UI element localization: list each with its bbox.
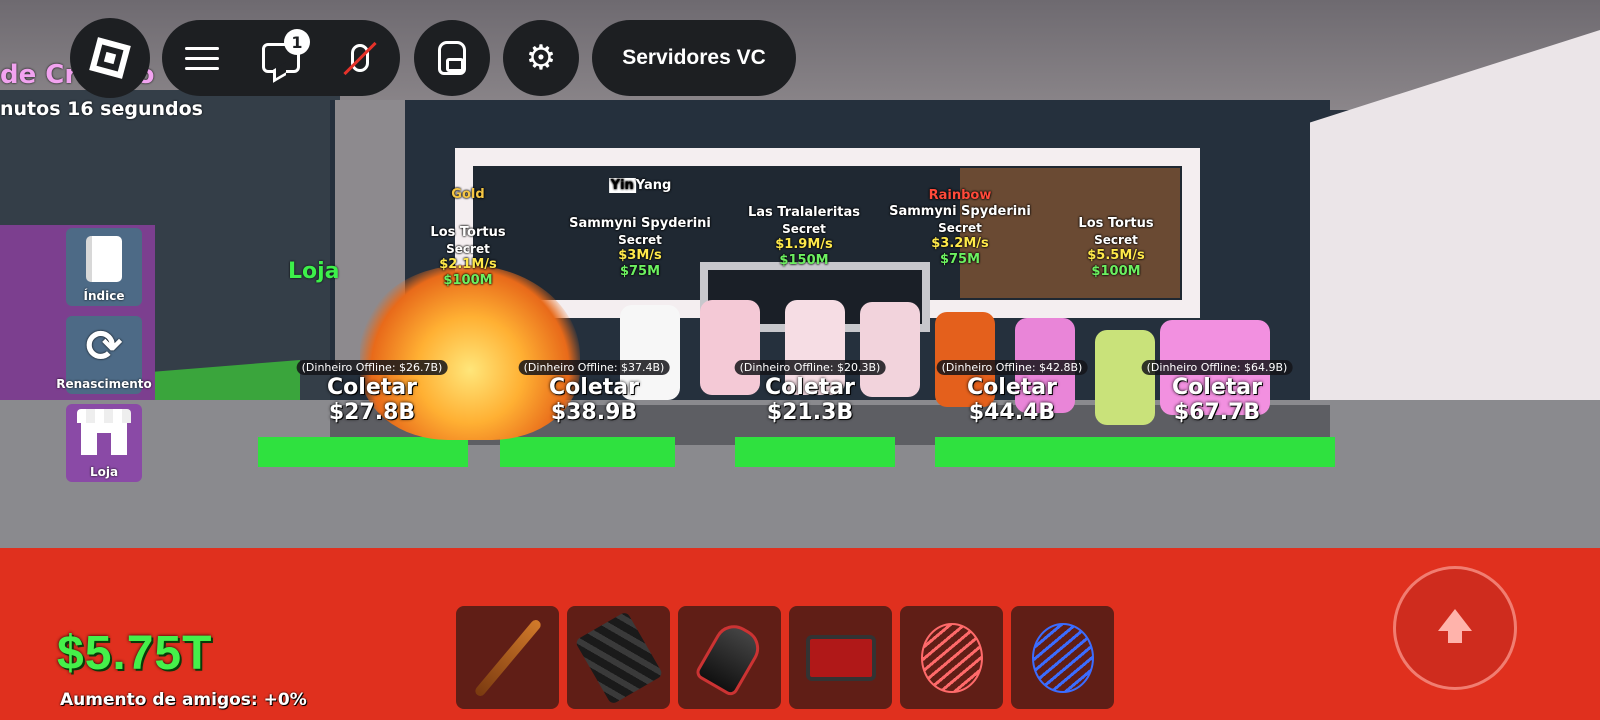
brainrot-price: $150M xyxy=(779,253,829,268)
collect-amount: $21.3B xyxy=(766,400,854,425)
settings-button[interactable]: ⚙ xyxy=(503,20,579,96)
collect-amount: $44.4B xyxy=(968,400,1056,425)
income-rate: $1.9M/s xyxy=(775,237,833,252)
offline-money: (Dinheiro Offline: $20.3B) xyxy=(734,360,886,375)
collect-prompt[interactable]: (Dinheiro Offline: $26.7B) Coletar $27.8… xyxy=(296,356,448,425)
collect-label: Coletar xyxy=(549,375,639,400)
refresh-icon: ⟳ xyxy=(85,320,123,372)
event-timer: nutos 16 segundos xyxy=(0,98,203,120)
brainrot-label: Gold Los Tortus Secret $2.1M/s $100M xyxy=(430,187,505,289)
red-coil-icon xyxy=(920,622,983,693)
index-label: Índice xyxy=(83,289,125,303)
collect-pad[interactable] xyxy=(1115,437,1335,467)
mutation-label: Yin Yang xyxy=(569,178,711,194)
brainrot-name: Los Tortus xyxy=(430,225,506,240)
mutation-label: Rainbow xyxy=(928,188,992,203)
store-icon xyxy=(77,408,131,455)
money-counter: $5.75T xyxy=(57,627,213,680)
hotbar-slot[interactable] xyxy=(678,606,781,709)
boombox-icon xyxy=(805,634,876,681)
jump-button[interactable] xyxy=(1393,566,1517,690)
brainrot-name: Las Tralaleritas xyxy=(747,205,861,220)
collect-amount: $67.7B xyxy=(1173,400,1261,425)
collect-amount: $38.9B xyxy=(550,400,638,425)
shop-button[interactable]: Loja xyxy=(66,404,142,482)
backpack-button[interactable] xyxy=(414,20,490,96)
blue-coil-icon xyxy=(1031,622,1094,693)
brainrot-label: Yin Yang Sammyni Spyderini Secret $3M/s $… xyxy=(569,178,711,280)
rarity-label: Secret xyxy=(618,233,662,247)
gear-icon: ⚙ xyxy=(525,38,557,78)
brainrot-name: Sammyni Spyderini xyxy=(569,216,711,231)
hotbar-slot[interactable] xyxy=(456,606,559,709)
rarity-label: Secret xyxy=(782,222,826,236)
offline-money: (Dinheiro Offline: $42.8B) xyxy=(936,360,1088,375)
chat-button[interactable]: 1 xyxy=(258,29,310,81)
brainrot-price: $75M xyxy=(939,252,981,267)
mutation-label: Gold xyxy=(451,187,485,202)
collect-label: Coletar xyxy=(327,375,417,400)
income-rate: $5.5M/s xyxy=(1087,248,1145,263)
brainrot-label: Rainbow Sammyni Spyderini Secret $3.2M/s… xyxy=(889,188,1031,268)
collect-label: Coletar xyxy=(967,375,1057,400)
shop-label: Loja xyxy=(89,465,119,479)
backpack-icon xyxy=(438,41,466,75)
hotbar-slot[interactable] xyxy=(900,606,1003,709)
collect-prompt[interactable]: (Dinheiro Offline: $64.9B) Coletar $67.7… xyxy=(1141,356,1293,425)
brainrot-name: Los Tortus xyxy=(1078,216,1154,231)
offline-money: (Dinheiro Offline: $37.4B) xyxy=(518,360,670,375)
brainrot-price: $75M xyxy=(619,264,661,279)
rarity-label: Secret xyxy=(938,221,982,235)
collect-pad[interactable] xyxy=(735,437,895,467)
rarity-label: Secret xyxy=(1094,233,1138,247)
hotbar-slot[interactable] xyxy=(1011,606,1114,709)
shop-sign: Loja xyxy=(288,259,340,284)
brainrot-price: $100M xyxy=(1091,264,1141,279)
collect-prompt[interactable]: (Dinheiro Offline: $37.4B) Coletar $38.9… xyxy=(518,356,670,425)
roblox-logo-icon xyxy=(89,37,131,79)
topbar-group: 1 xyxy=(162,20,400,96)
collect-pad[interactable] xyxy=(500,437,675,467)
roblox-menu-button[interactable] xyxy=(70,18,150,98)
book-icon xyxy=(86,235,122,282)
brainrot-name: Sammyni Spyderini xyxy=(889,204,1031,219)
collect-pad[interactable] xyxy=(258,437,468,467)
mutation-yin: Yin xyxy=(608,178,636,193)
income-rate: $3.2M/s xyxy=(931,236,989,251)
income-rate: $2.1M/s xyxy=(439,257,497,272)
brainrot-label: Las Tralaleritas Secret $1.9M/s $150M xyxy=(748,205,860,269)
mutation-yang: Yang xyxy=(635,178,672,193)
rebirth-label: Renascimento xyxy=(56,377,152,391)
offline-money: (Dinheiro Offline: $26.7B) xyxy=(296,360,448,375)
bat-icon xyxy=(472,617,543,698)
income-rate: $3M/s xyxy=(618,248,662,263)
brainrot-label: Los Tortus Secret $5.5M/s $100M xyxy=(1078,216,1153,280)
collect-label: Coletar xyxy=(765,375,855,400)
cloak-icon xyxy=(574,610,663,705)
grapple-gadget-icon xyxy=(693,617,766,698)
rebirth-button[interactable]: ⟳ Renascimento xyxy=(56,316,152,394)
voice-servers-button[interactable]: Servidores VC xyxy=(592,20,796,96)
brainrot-price: $100M xyxy=(443,273,493,288)
collect-amount: $27.8B xyxy=(328,400,416,425)
rarity-label: Secret xyxy=(446,242,490,256)
collect-pad[interactable] xyxy=(935,437,1115,467)
collect-label: Coletar xyxy=(1172,375,1262,400)
offline-money: (Dinheiro Offline: $64.9B) xyxy=(1141,360,1293,375)
index-button[interactable]: Índice xyxy=(66,228,142,306)
hotbar-slot[interactable] xyxy=(567,606,670,709)
chat-unread-badge: 1 xyxy=(283,29,310,55)
collect-prompt[interactable]: (Dinheiro Offline: $20.3B) Coletar $21.3… xyxy=(734,356,886,425)
collect-prompt[interactable]: (Dinheiro Offline: $42.8B) Coletar $44.4… xyxy=(936,356,1088,425)
mic-button[interactable] xyxy=(337,35,383,81)
hotbar-slot[interactable] xyxy=(789,606,892,709)
arrow-up-icon xyxy=(1438,609,1472,643)
friends-boost-text: Aumento de amigos: +0% xyxy=(60,690,307,710)
menu-icon[interactable] xyxy=(179,35,225,81)
